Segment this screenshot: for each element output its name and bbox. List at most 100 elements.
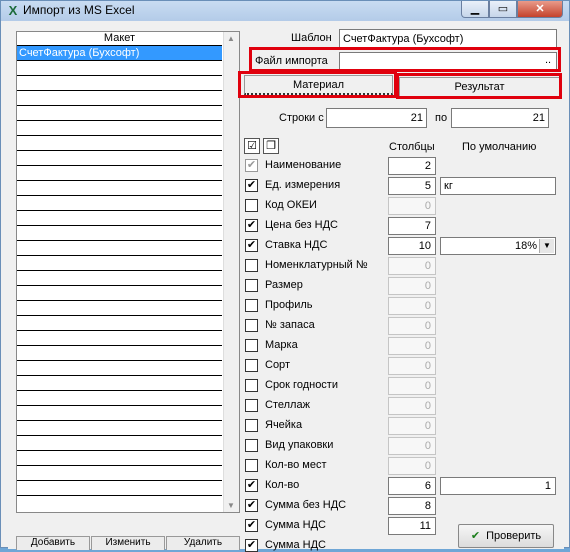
- list-item[interactable]: [17, 481, 222, 496]
- list-item[interactable]: [17, 91, 222, 106]
- field-label: Сорт: [265, 359, 290, 371]
- column-number-field[interactable]: 0: [388, 457, 436, 475]
- column-number-field[interactable]: 0: [388, 357, 436, 375]
- field-checkbox[interactable]: [245, 199, 258, 212]
- chevron-down-icon[interactable]: ▼: [539, 239, 554, 253]
- field-checkbox[interactable]: ✔: [245, 179, 258, 192]
- list-item[interactable]: [17, 271, 222, 286]
- field-label: Срок годности: [265, 379, 338, 391]
- title-bar[interactable]: X Импорт из MS Excel ▁ ▭ ✕: [1, 1, 569, 21]
- list-item[interactable]: [17, 361, 222, 376]
- rows-to-field[interactable]: 21: [451, 108, 549, 128]
- scroll-up-icon[interactable]: ▲: [227, 34, 235, 43]
- list-item[interactable]: [17, 121, 222, 136]
- list-item[interactable]: [17, 346, 222, 361]
- copy-icon[interactable]: ❐: [263, 138, 279, 154]
- list-item[interactable]: [17, 421, 222, 436]
- column-number-field[interactable]: 0: [388, 197, 436, 215]
- field-checkbox[interactable]: ✔: [245, 499, 258, 512]
- column-number-field[interactable]: 0: [388, 257, 436, 275]
- column-number-field[interactable]: 0: [388, 417, 436, 435]
- window-title: Импорт из MS Excel: [23, 3, 135, 17]
- list-item[interactable]: [17, 181, 222, 196]
- import-dialog: X Импорт из MS Excel ▁ ▭ ✕ Макет СчетФак…: [0, 0, 570, 552]
- column-number-field[interactable]: 6: [388, 477, 436, 495]
- check-icon: ✔: [470, 530, 481, 542]
- field-checkbox[interactable]: ✔: [245, 219, 258, 232]
- list-item[interactable]: [17, 316, 222, 331]
- column-number-field[interactable]: 0: [388, 297, 436, 315]
- field-checkbox[interactable]: [245, 419, 258, 432]
- list-scrollbar[interactable]: ▲ ▼: [223, 32, 239, 512]
- template-list[interactable]: Макет СчетФактура (Бухсофт) ▲ ▼: [16, 31, 240, 513]
- field-checkbox[interactable]: [245, 339, 258, 352]
- field-checkbox[interactable]: [245, 279, 258, 292]
- field-checkbox[interactable]: [245, 359, 258, 372]
- list-item[interactable]: [17, 241, 222, 256]
- default-value-combo[interactable]: 18% ▼: [440, 237, 556, 255]
- rows-from-field[interactable]: 21: [326, 108, 427, 128]
- field-checkbox[interactable]: [245, 459, 258, 472]
- column-number-field[interactable]: 11: [388, 517, 436, 535]
- list-item[interactable]: [17, 211, 222, 226]
- field-checkbox[interactable]: [245, 299, 258, 312]
- list-item[interactable]: [17, 376, 222, 391]
- field-label: Вид упаковки: [265, 439, 334, 451]
- list-item[interactable]: [17, 106, 222, 121]
- default-value-field[interactable]: кг: [440, 177, 556, 195]
- column-number-field[interactable]: 2: [388, 157, 436, 175]
- field-label: Марка: [265, 339, 298, 351]
- list-item[interactable]: [17, 451, 222, 466]
- column-number-field[interactable]: 0: [388, 437, 436, 455]
- column-number-field[interactable]: 0: [388, 397, 436, 415]
- check-button-label: Проверить: [486, 530, 542, 542]
- list-item[interactable]: [17, 301, 222, 316]
- list-item[interactable]: [17, 391, 222, 406]
- field-label: Профиль: [265, 299, 313, 311]
- scroll-down-icon[interactable]: ▼: [227, 501, 235, 510]
- field-checkbox[interactable]: ✔: [245, 519, 258, 532]
- field-checkbox[interactable]: [245, 399, 258, 412]
- close-button[interactable]: ✕: [517, 1, 563, 18]
- field-checkbox[interactable]: [245, 439, 258, 452]
- field-label: Сумма НДС: [265, 539, 326, 551]
- list-item[interactable]: [17, 61, 222, 76]
- list-item[interactable]: [17, 151, 222, 166]
- field-checkbox[interactable]: ✔: [245, 239, 258, 252]
- field-checkbox[interactable]: ✔: [245, 539, 258, 552]
- rows-from-label: Строки с: [279, 112, 324, 124]
- list-item[interactable]: [17, 466, 222, 481]
- default-header: По умолчанию: [462, 141, 537, 153]
- maximize-button[interactable]: ▭: [489, 1, 517, 18]
- list-item[interactable]: [17, 406, 222, 421]
- default-value-field[interactable]: 1: [440, 477, 556, 495]
- field-checkbox[interactable]: ✔: [245, 159, 258, 172]
- list-item[interactable]: [17, 136, 222, 151]
- field-label: Наименование: [265, 159, 342, 171]
- field-checkbox[interactable]: [245, 379, 258, 392]
- column-number-field[interactable]: 0: [388, 277, 436, 295]
- column-number-field[interactable]: 5: [388, 177, 436, 195]
- list-item[interactable]: [17, 196, 222, 211]
- column-number-field[interactable]: 8: [388, 497, 436, 515]
- list-item[interactable]: [17, 331, 222, 346]
- list-item[interactable]: СчетФактура (Бухсофт): [17, 46, 222, 61]
- check-button[interactable]: ✔ Проверить: [458, 524, 554, 548]
- check-all-icon[interactable]: ☑: [244, 138, 260, 154]
- list-item[interactable]: [17, 436, 222, 451]
- list-item[interactable]: [17, 286, 222, 301]
- column-number-field[interactable]: 7: [388, 217, 436, 235]
- list-item[interactable]: [17, 256, 222, 271]
- list-item[interactable]: [17, 226, 222, 241]
- list-item[interactable]: [17, 76, 222, 91]
- column-number-field[interactable]: 10: [388, 237, 436, 255]
- column-number-field[interactable]: 0: [388, 337, 436, 355]
- field-checkbox[interactable]: [245, 319, 258, 332]
- template-field[interactable]: СчетФактура (Бухсофт): [339, 29, 557, 49]
- field-checkbox[interactable]: ✔: [245, 479, 258, 492]
- field-checkbox[interactable]: [245, 259, 258, 272]
- column-number-field[interactable]: 0: [388, 317, 436, 335]
- minimize-button[interactable]: ▁: [461, 1, 489, 18]
- list-item[interactable]: [17, 166, 222, 181]
- column-number-field[interactable]: 0: [388, 377, 436, 395]
